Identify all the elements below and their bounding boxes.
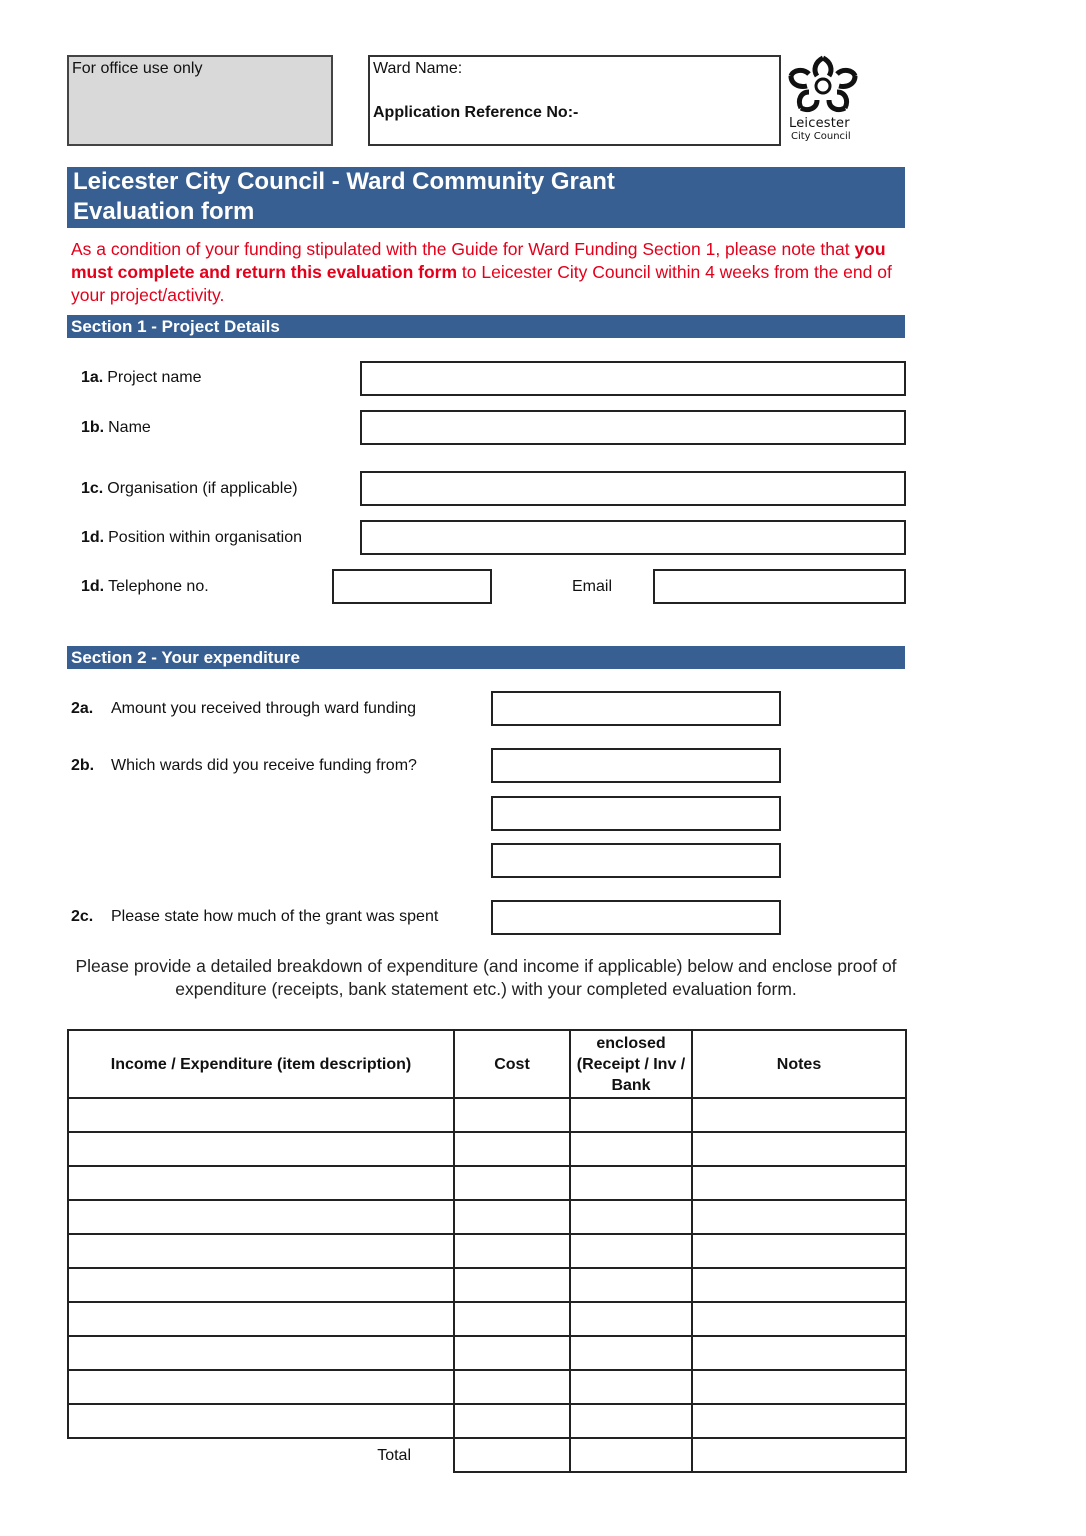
total-cost-cell[interactable] [453,1437,571,1473]
grant-spent-input[interactable] [491,900,781,935]
enclosed-cell[interactable] [569,1233,693,1269]
table-total-row: Total [68,1437,907,1473]
item-description-cell[interactable] [67,1369,455,1405]
amount-received-input[interactable] [491,691,781,726]
ward-name-label: Ward Name: [373,60,463,77]
page-title: Leicester City Council - Ward Community … [67,167,905,228]
notes-cell[interactable] [691,1403,907,1439]
cost-cell[interactable] [453,1369,571,1405]
section-1-heading: Section 1 - Project Details [67,315,905,338]
ward-input-2[interactable] [491,796,781,831]
cost-cell[interactable] [453,1267,571,1303]
notes-cell[interactable] [691,1165,907,1201]
ward-input-3[interactable] [491,843,781,878]
enclosed-cell[interactable] [569,1199,693,1235]
field-label-position: 1d. Position within organisation [81,529,303,546]
ward-info-box: Ward Name: Application Reference No:- [368,55,781,146]
header-enclosed: enclosed (Receipt / Inv / Bank [569,1029,693,1099]
notes-cell[interactable] [691,1199,907,1235]
table-row [67,1097,907,1133]
table-row [67,1301,907,1337]
table-row [67,1267,907,1303]
notes-cell[interactable] [691,1335,907,1371]
total-enclosed-cell[interactable] [569,1437,693,1473]
enclosed-cell[interactable] [569,1335,693,1371]
table-row [67,1131,907,1167]
field-label-wards: 2b. Which wards did you receive funding f… [71,757,417,774]
field-label-project-name: 1a. Project name [81,369,202,386]
enclosed-cell[interactable] [569,1301,693,1337]
funding-notice: As a condition of your funding stipulate… [71,238,901,307]
item-description-cell[interactable] [67,1335,455,1371]
field-label-organisation: 1c. Organisation (if applicable) [81,480,298,497]
item-description-cell[interactable] [67,1233,455,1269]
item-description-cell[interactable] [67,1301,455,1337]
logo-text-city-council: City Council [791,131,851,142]
title-line-1: Leicester City Council - Ward Community … [73,168,615,195]
email-label: Email [572,578,613,595]
telephone-input[interactable] [332,569,492,604]
expenditure-instruction: Please provide a detailed breakdown of e… [75,956,897,999]
section-2-heading: Section 2 - Your expenditure [67,646,905,669]
item-description-cell[interactable] [67,1403,455,1439]
item-description-cell[interactable] [67,1199,455,1235]
cost-cell[interactable] [453,1165,571,1201]
organisation-input[interactable] [360,471,906,506]
cost-cell[interactable] [453,1301,571,1337]
project-name-input[interactable] [360,361,906,396]
position-input[interactable] [360,520,906,555]
cost-cell[interactable] [453,1335,571,1371]
enclosed-cell[interactable] [569,1267,693,1303]
office-use-box: For office use only [67,55,333,146]
item-description-cell[interactable] [67,1165,455,1201]
table-row [67,1233,907,1269]
application-reference-label: Application Reference No:- [373,104,579,121]
expenditure-table: Income / Expenditure (item description) … [67,1029,907,1473]
header-notes: Notes [691,1029,907,1099]
total-notes-cell[interactable] [691,1437,907,1473]
item-description-cell[interactable] [67,1267,455,1303]
field-label-name: 1b. Name [81,419,151,436]
notes-cell[interactable] [691,1301,907,1337]
notes-cell[interactable] [691,1267,907,1303]
field-label-grant-spent: 2c. Please state how much of the grant wa… [71,908,439,925]
header-cost: Cost [453,1029,571,1099]
cost-cell[interactable] [453,1131,571,1167]
logo-text-leicester: Leicester [789,116,850,131]
total-label: Total [68,1437,454,1472]
enclosed-cell[interactable] [569,1165,693,1201]
enclosed-cell[interactable] [569,1369,693,1405]
office-use-label: For office use only [72,60,203,77]
item-description-cell[interactable] [67,1097,455,1133]
enclosed-cell[interactable] [569,1403,693,1439]
enclosed-cell[interactable] [569,1097,693,1133]
council-logo: Leicester City Council [783,52,863,148]
header-item-description: Income / Expenditure (item description) [67,1029,455,1099]
notes-cell[interactable] [691,1131,907,1167]
notes-cell[interactable] [691,1233,907,1269]
table-header-row: Income / Expenditure (item description) … [67,1029,907,1099]
notice-text-1: As a condition of your funding stipulate… [71,239,855,259]
table-row [67,1165,907,1201]
field-label-telephone: 1d. Telephone no. [81,578,209,595]
cost-cell[interactable] [453,1233,571,1269]
ward-input-1[interactable] [491,748,781,783]
cost-cell[interactable] [453,1403,571,1439]
notes-cell[interactable] [691,1097,907,1133]
table-row [67,1403,907,1439]
table-row [67,1335,907,1371]
enclosed-cell[interactable] [569,1131,693,1167]
item-description-cell[interactable] [67,1131,455,1167]
notes-cell[interactable] [691,1369,907,1405]
cost-cell[interactable] [453,1199,571,1235]
title-line-2: Evaluation form [73,198,255,225]
cost-cell[interactable] [453,1097,571,1133]
table-row [67,1369,907,1405]
email-input[interactable] [653,569,906,604]
name-input[interactable] [360,410,906,445]
field-label-amount-received: 2a. Amount you received through ward fund… [71,700,417,717]
table-row [67,1199,907,1235]
leicester-rose-icon [788,55,858,113]
